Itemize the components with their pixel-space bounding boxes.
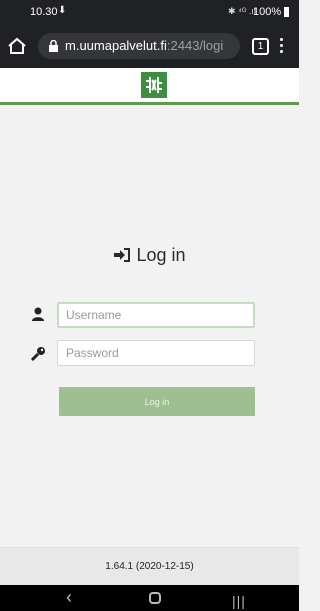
tabs-button[interactable]: 1 bbox=[252, 38, 269, 55]
url-host: m.uumapalvelut.fi bbox=[65, 38, 167, 53]
site-header bbox=[0, 68, 299, 105]
download-icon: ⬇ bbox=[58, 5, 67, 16]
home-icon[interactable] bbox=[6, 35, 28, 57]
username-input[interactable] bbox=[57, 302, 255, 328]
back-icon[interactable]: ‹ bbox=[66, 587, 72, 608]
status-bar: 10.30 ⬇ ✱ ⁴ᴳ .ıl 100% bbox=[0, 0, 299, 24]
footer: 1.64.1 (2020-12-15) bbox=[0, 547, 299, 586]
signal-icons: ✱ ⁴ᴳ .ıl bbox=[228, 6, 256, 16]
login-title: Log in bbox=[0, 245, 299, 266]
key-icon bbox=[31, 347, 45, 361]
password-input[interactable] bbox=[57, 340, 255, 366]
status-time: 10.30 bbox=[30, 6, 58, 18]
login-title-text: Log in bbox=[136, 245, 186, 265]
url-text: m.uumapalvelut.fi:2443/logi bbox=[65, 38, 223, 53]
battery-icon bbox=[284, 7, 289, 17]
lock-icon bbox=[49, 40, 58, 52]
address-bar[interactable]: m.uumapalvelut.fi:2443/logi bbox=[38, 33, 240, 59]
android-nav-bar: ‹ ||| bbox=[0, 585, 299, 611]
url-path: :2443/logi bbox=[166, 38, 224, 53]
logo-icon bbox=[141, 72, 167, 98]
login-button[interactable]: Log in bbox=[59, 387, 255, 416]
battery-percent: 100% bbox=[253, 6, 282, 18]
version-text: 1.64.1 (2020-12-15) bbox=[105, 561, 194, 572]
menu-icon[interactable] bbox=[280, 38, 284, 54]
user-icon bbox=[32, 307, 44, 321]
sign-in-icon bbox=[114, 248, 131, 262]
recent-apps-icon[interactable]: ||| bbox=[232, 593, 246, 609]
browser-toolbar: m.uumapalvelut.fi:2443/logi 1 bbox=[0, 24, 299, 68]
home-button-icon[interactable] bbox=[149, 592, 161, 604]
